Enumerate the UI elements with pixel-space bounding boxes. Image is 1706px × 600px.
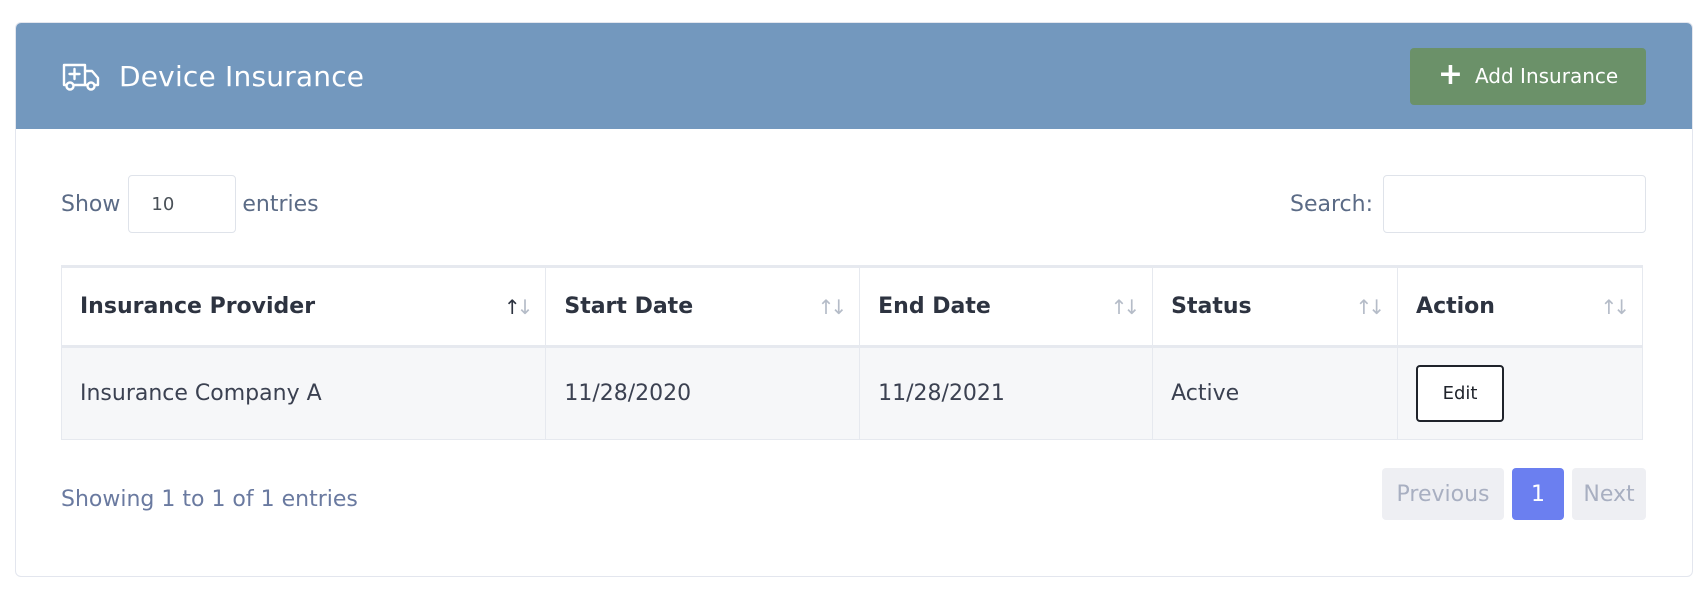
card-body: Show 10 entries Search: Insurance Provid… xyxy=(16,129,1692,520)
column-header-action[interactable]: Action ↑↓ xyxy=(1397,266,1643,348)
add-insurance-label: Add Insurance xyxy=(1474,64,1619,88)
plus-icon: + xyxy=(1437,57,1463,92)
previous-page-button[interactable]: Previous xyxy=(1382,468,1504,520)
column-header-label: Start Date xyxy=(564,294,694,319)
search-control: Search: xyxy=(1290,175,1646,233)
column-header-status[interactable]: Status ↑↓ xyxy=(1152,266,1399,348)
column-header-label: Status xyxy=(1171,294,1252,319)
page-length-select[interactable]: 10 xyxy=(128,175,237,233)
show-label: Show xyxy=(61,191,121,217)
sort-icon: ↑↓ xyxy=(817,294,847,319)
page-1-button[interactable]: 1 xyxy=(1512,468,1564,520)
insurance-table: Insurance Provider ↑↓ Start Date ↑↓ End … xyxy=(60,265,1643,440)
length-control: Show 10 entries xyxy=(61,175,319,233)
table-footer: Showing 1 to 1 of 1 entries Previous 1 N… xyxy=(61,468,1646,520)
ambulance-icon xyxy=(61,59,101,93)
column-header-label: End Date xyxy=(878,294,991,319)
column-header-provider[interactable]: Insurance Provider ↑↓ xyxy=(60,266,547,348)
page-length-value: 10 xyxy=(151,193,175,215)
header-title-group: Device Insurance xyxy=(61,59,364,93)
status-cell: Active xyxy=(1152,346,1399,440)
insurance-card: Device Insurance + Add Insurance Show 10… xyxy=(15,22,1693,577)
next-page-button[interactable]: Next xyxy=(1572,468,1646,520)
search-input[interactable] xyxy=(1383,175,1646,233)
provider-cell: Insurance Company A xyxy=(60,346,547,440)
entries-label: entries xyxy=(242,191,319,217)
edit-button[interactable]: Edit xyxy=(1416,365,1505,422)
column-header-end-date[interactable]: End Date ↑↓ xyxy=(859,266,1154,348)
add-insurance-button[interactable]: + Add Insurance xyxy=(1410,47,1646,105)
table-controls: Show 10 entries Search: xyxy=(61,175,1646,233)
pagination: Previous 1 Next xyxy=(1382,468,1646,520)
column-header-label: Action xyxy=(1416,294,1495,319)
sort-icon: ↑↓ xyxy=(503,294,533,319)
page-title: Device Insurance xyxy=(119,59,365,93)
sort-icon: ↑↓ xyxy=(1110,294,1140,319)
search-label: Search: xyxy=(1290,191,1373,217)
column-header-start-date[interactable]: Start Date ↑↓ xyxy=(545,266,861,348)
end-date-cell: 11/28/2021 xyxy=(859,346,1154,440)
table-info: Showing 1 to 1 of 1 entries xyxy=(61,486,358,512)
start-date-cell: 11/28/2020 xyxy=(545,346,861,440)
table-header-row: Insurance Provider ↑↓ Start Date ↑↓ End … xyxy=(60,266,1643,348)
sort-icon: ↑↓ xyxy=(1355,294,1385,319)
table-row: Insurance Company A 11/28/2020 11/28/202… xyxy=(60,346,1643,440)
card-header: Device Insurance + Add Insurance xyxy=(16,23,1692,129)
column-header-label: Insurance Provider xyxy=(80,294,316,319)
sort-icon: ↑↓ xyxy=(1600,294,1629,319)
action-cell: Edit xyxy=(1397,346,1643,440)
